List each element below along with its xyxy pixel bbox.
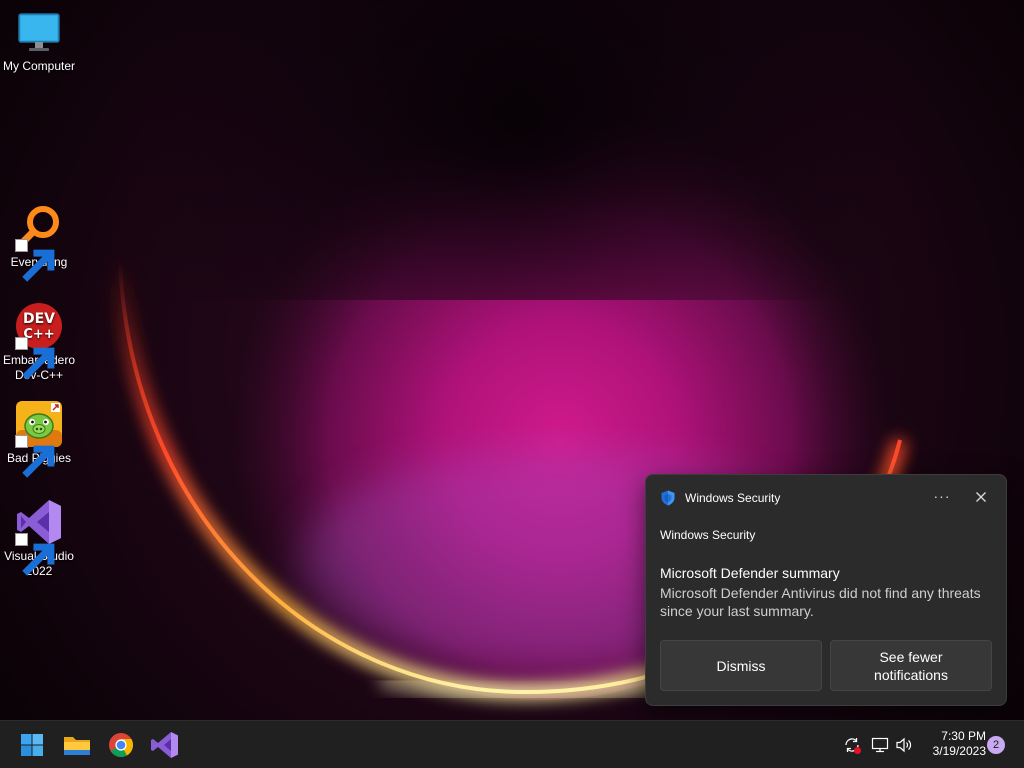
taskbar-clock[interactable]: 7:30 PM 3/19/2023 (922, 729, 986, 759)
visual-studio-icon (151, 732, 178, 758)
see-fewer-notifications-button[interactable]: See fewer notifications (830, 640, 992, 691)
desktop-icon-label: My Computer (2, 59, 76, 73)
sync-error-icon (845, 738, 861, 754)
tray-sync-error[interactable] (842, 735, 862, 755)
network-icon (871, 737, 889, 753)
toast-title: Microsoft Defender summary (660, 565, 840, 581)
desktop-icon-dev-cpp[interactable]: DEV C++ Embarcadero Dev-C++ (0, 302, 78, 383)
close-icon (976, 492, 986, 502)
visual-studio-icon (15, 498, 63, 576)
shortcut-arrow-icon (15, 239, 55, 282)
windows-start-icon (21, 734, 43, 756)
notification-count-badge[interactable]: 2 (987, 736, 1005, 754)
devcpp-icon-text: DEV (23, 311, 55, 327)
desktop-icon-visual-studio[interactable]: Visual Studio 2022 (0, 498, 78, 579)
pig-icon (15, 400, 63, 478)
more-options-button[interactable]: ··· (930, 485, 954, 509)
monitor-icon (15, 8, 63, 56)
desktop-icon-my-computer[interactable]: My Computer (0, 8, 78, 74)
start-button[interactable] (16, 729, 48, 761)
see-fewer-notifications-label: See fewer notifications (874, 648, 948, 683)
tray-volume[interactable] (894, 735, 914, 755)
tray-network[interactable] (870, 735, 890, 755)
clock-time: 7:30 PM (941, 729, 986, 743)
toast-subtitle: Windows Security (660, 528, 756, 542)
desktop-icon-everything[interactable]: Everything (0, 204, 78, 282)
chrome-icon (109, 733, 134, 758)
taskbar-visual-studio[interactable] (149, 729, 181, 761)
windows-security-toast[interactable]: Windows Security ··· Windows Security Mi… (645, 474, 1007, 706)
shortcut-arrow-icon (15, 533, 55, 576)
taskbar: 7:30 PM 3/19/2023 2 (0, 720, 1024, 768)
shield-icon (661, 490, 675, 506)
desktop-icon-bad-piggies[interactable]: Bad Piggies (0, 400, 78, 478)
clock-date: 3/19/2023 (932, 744, 986, 758)
devcpp-icon: DEV C++ (15, 302, 63, 380)
shortcut-arrow-icon (15, 435, 55, 478)
folder-icon (64, 737, 90, 755)
taskbar-chrome[interactable] (105, 729, 137, 761)
close-button[interactable] (969, 485, 993, 509)
taskbar-file-explorer[interactable] (61, 729, 93, 761)
toast-app-name: Windows Security (685, 491, 781, 505)
magnifier-icon (15, 204, 63, 282)
toast-body: Microsoft Defender Antivirus did not fin… (660, 585, 981, 619)
toast-header: Windows Security (660, 489, 780, 507)
volume-icon (896, 737, 912, 753)
dismiss-button[interactable]: Dismiss (660, 640, 822, 691)
shortcut-arrow-icon (15, 337, 55, 380)
